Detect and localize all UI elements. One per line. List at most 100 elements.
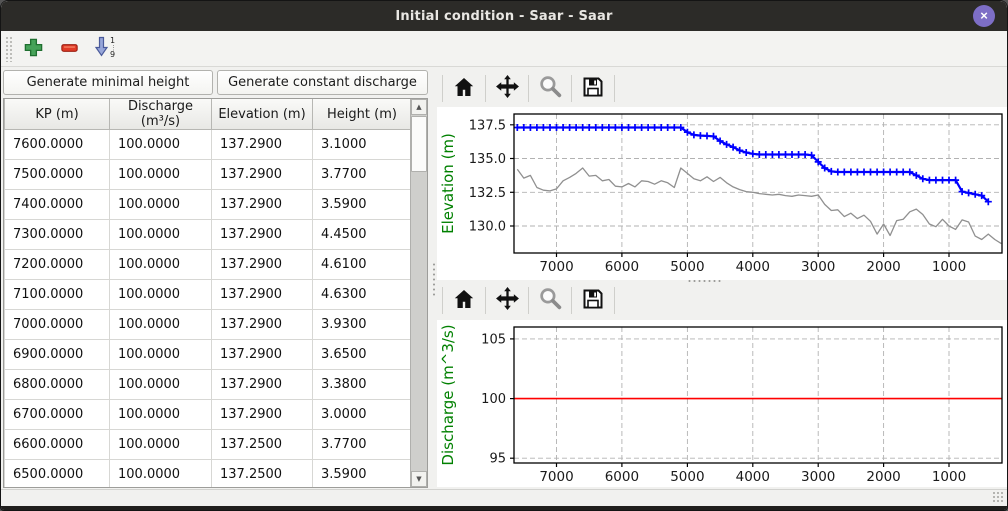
table-cell[interactable]: 4.4500 bbox=[313, 220, 411, 250]
svg-text:4000: 4000 bbox=[736, 259, 770, 275]
column-header[interactable]: Elevation (m) bbox=[212, 99, 313, 130]
table-body: 7600.0000100.0000137.29003.10007500.0000… bbox=[5, 130, 411, 488]
plot-save-button[interactable] bbox=[577, 285, 609, 315]
table-cell[interactable]: 4.6300 bbox=[313, 280, 411, 310]
table-cell[interactable]: 7300.0000 bbox=[5, 220, 110, 250]
home-icon bbox=[452, 75, 476, 102]
column-header[interactable]: KP (m) bbox=[5, 99, 110, 130]
add-row-button[interactable] bbox=[18, 35, 48, 63]
table-row: 6700.0000100.0000137.29003.0000 bbox=[5, 400, 411, 430]
table-cell[interactable]: 7000.0000 bbox=[5, 310, 110, 340]
table-cell[interactable]: 3.7700 bbox=[313, 160, 411, 190]
close-button[interactable]: × bbox=[973, 5, 995, 27]
table-cell[interactable]: 100.0000 bbox=[110, 190, 212, 220]
svg-text:5000: 5000 bbox=[670, 259, 704, 275]
window-title: Initial condition - Saar - Saar bbox=[395, 9, 612, 24]
plot-save-button[interactable] bbox=[577, 73, 609, 103]
table-cell[interactable]: 100.0000 bbox=[110, 460, 212, 488]
table-cell[interactable]: 100.0000 bbox=[110, 430, 212, 460]
add-icon bbox=[23, 37, 44, 61]
table-cell[interactable]: 7100.0000 bbox=[5, 280, 110, 310]
table-cell[interactable]: 100.0000 bbox=[110, 400, 212, 430]
titlebar[interactable]: Initial condition - Saar - Saar × bbox=[1, 1, 1007, 31]
table-cell[interactable]: 3.1000 bbox=[313, 130, 411, 160]
table-cell[interactable]: 137.2500 bbox=[212, 460, 313, 488]
plots-splitter[interactable] bbox=[437, 278, 1008, 283]
table-cell[interactable]: 6500.0000 bbox=[5, 460, 110, 488]
save-icon bbox=[581, 287, 605, 314]
table-cell[interactable]: 100.0000 bbox=[110, 310, 212, 340]
table-cell[interactable]: 100.0000 bbox=[110, 250, 212, 280]
plot-home-button[interactable] bbox=[448, 73, 480, 103]
table-cell[interactable]: 137.2900 bbox=[212, 310, 313, 340]
svg-text:3000: 3000 bbox=[801, 259, 835, 275]
table-row: 7600.0000100.0000137.29003.1000 bbox=[5, 130, 411, 160]
toolbar-grip[interactable] bbox=[5, 36, 12, 62]
table-cell[interactable]: 100.0000 bbox=[110, 340, 212, 370]
table-row: 6900.0000100.0000137.29003.6500 bbox=[5, 340, 411, 370]
table-cell[interactable]: 100.0000 bbox=[110, 280, 212, 310]
table-cell[interactable]: 137.2900 bbox=[212, 400, 313, 430]
table-cell[interactable]: 100.0000 bbox=[110, 370, 212, 400]
svg-text:130.0: 130.0 bbox=[469, 220, 506, 235]
table-cell[interactable]: 3.6500 bbox=[313, 340, 411, 370]
left-panel: Generate minimal height Generate constan… bbox=[1, 67, 431, 489]
main-toolbar: 1 9 ⋮ bbox=[1, 31, 1007, 67]
close-icon: × bbox=[980, 8, 988, 23]
generate-minimal-height-button[interactable]: Generate minimal height bbox=[3, 70, 213, 95]
table-cell[interactable]: 137.2900 bbox=[212, 220, 313, 250]
remove-row-button[interactable] bbox=[54, 35, 84, 63]
svg-text:3000: 3000 bbox=[801, 469, 835, 485]
table-cell[interactable]: 137.2500 bbox=[212, 430, 313, 460]
table-cell[interactable]: 3.9300 bbox=[313, 310, 411, 340]
resize-grip-icon[interactable] bbox=[992, 491, 1005, 504]
table-cell[interactable]: 3.7700 bbox=[313, 430, 411, 460]
table-cell[interactable]: 3.3800 bbox=[313, 370, 411, 400]
table-cell[interactable]: 100.0000 bbox=[110, 160, 212, 190]
plot-zoom-button[interactable] bbox=[534, 285, 566, 315]
table-cell[interactable]: 7200.0000 bbox=[5, 250, 110, 280]
table-cell[interactable]: 137.2900 bbox=[212, 370, 313, 400]
table-scrollbar[interactable]: ▲ ▼ bbox=[410, 99, 427, 487]
table-cell[interactable]: 6800.0000 bbox=[5, 370, 110, 400]
table-cell[interactable]: 100.0000 bbox=[110, 130, 212, 160]
plot-pan-button[interactable] bbox=[491, 73, 523, 103]
table-cell[interactable]: 137.2900 bbox=[212, 340, 313, 370]
scrollbar-up-arrow[interactable]: ▲ bbox=[411, 99, 427, 115]
table-cell[interactable]: 6900.0000 bbox=[5, 340, 110, 370]
status-bar bbox=[1, 489, 1007, 506]
table-cell[interactable]: 137.2900 bbox=[212, 160, 313, 190]
plot-zoom-button[interactable] bbox=[534, 73, 566, 103]
table-cell[interactable]: 6700.0000 bbox=[5, 400, 110, 430]
scrollbar-down-arrow[interactable]: ▼ bbox=[411, 471, 427, 487]
table-cell[interactable]: 3.5900 bbox=[313, 190, 411, 220]
table-cell[interactable]: 137.2900 bbox=[212, 250, 313, 280]
table-cell[interactable]: 137.2900 bbox=[212, 190, 313, 220]
table-cell[interactable]: 7500.0000 bbox=[5, 160, 110, 190]
plot-pan-button[interactable] bbox=[491, 285, 523, 315]
elevation-chart[interactable]: 7000600050004000300020001000137.5135.013… bbox=[437, 107, 1007, 280]
generate-constant-discharge-button[interactable]: Generate constant discharge bbox=[217, 70, 428, 95]
discharge-chart[interactable]: 700060005000400030002000100010510095Disc… bbox=[437, 320, 1007, 487]
plot-home-button[interactable] bbox=[448, 285, 480, 315]
table-cell[interactable]: 100.0000 bbox=[110, 220, 212, 250]
table-header-row: KP (m)Discharge (m³/s)Elevation (m)Heigh… bbox=[5, 99, 411, 130]
table-grid-wrap: KP (m)Discharge (m³/s)Elevation (m)Heigh… bbox=[4, 99, 410, 487]
column-header[interactable]: Height (m) bbox=[313, 99, 411, 130]
svg-text:5000: 5000 bbox=[670, 469, 704, 485]
table-cell[interactable]: 4.6100 bbox=[313, 250, 411, 280]
sort-button[interactable]: 1 9 ⋮ bbox=[90, 35, 120, 63]
table-cell[interactable]: 7600.0000 bbox=[5, 130, 110, 160]
table-cell[interactable]: 3.0000 bbox=[313, 400, 411, 430]
magnifier-icon bbox=[538, 74, 563, 102]
home-icon bbox=[452, 287, 476, 314]
table-cell[interactable]: 7400.0000 bbox=[5, 190, 110, 220]
window: Initial condition - Saar - Saar × 1 9 ⋮ bbox=[0, 0, 1008, 511]
sort-numeric-icon: 1 9 ⋮ bbox=[93, 35, 117, 62]
scrollbar-thumb[interactable] bbox=[411, 116, 427, 172]
table-cell[interactable]: 137.2900 bbox=[212, 280, 313, 310]
table-cell[interactable]: 6600.0000 bbox=[5, 430, 110, 460]
table-cell[interactable]: 137.2900 bbox=[212, 130, 313, 160]
column-header[interactable]: Discharge (m³/s) bbox=[110, 99, 212, 130]
table-cell[interactable]: 3.5900 bbox=[313, 460, 411, 488]
